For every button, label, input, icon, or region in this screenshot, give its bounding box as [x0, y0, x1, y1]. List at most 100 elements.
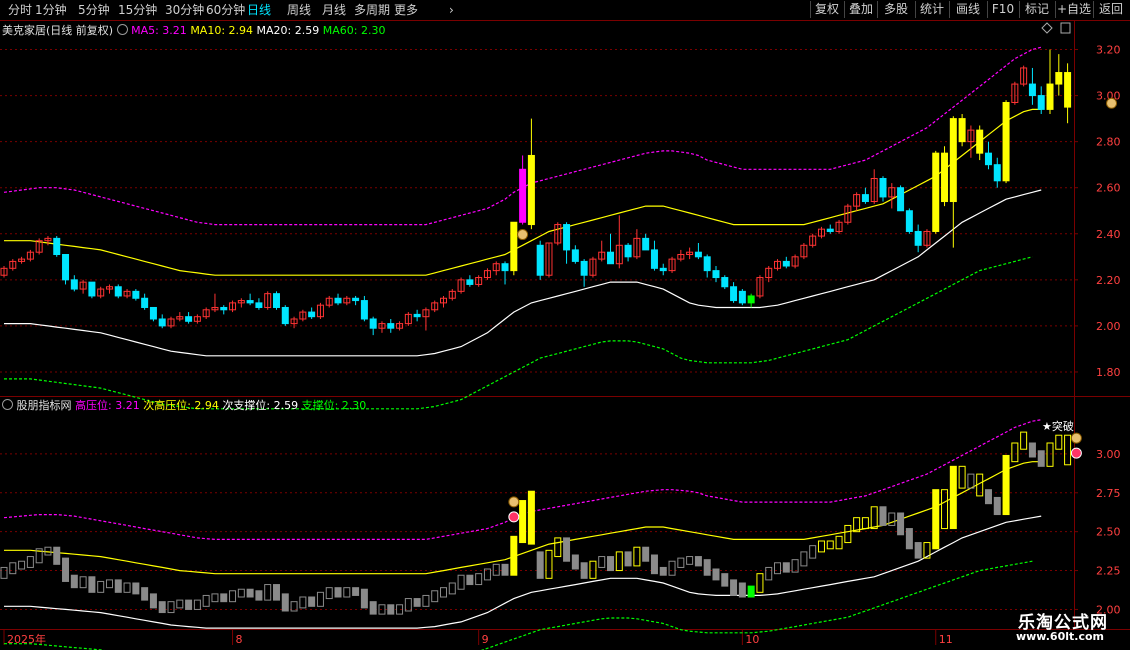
- indicator-bar: [202, 594, 210, 607]
- candle-body: [712, 270, 720, 279]
- period-tab-3[interactable]: 15分钟: [118, 2, 157, 18]
- indicator-bar: [800, 551, 808, 567]
- chevron-right-icon[interactable]: ›: [449, 2, 454, 18]
- candle-body: [536, 244, 544, 276]
- period-tab-7[interactable]: 周线: [287, 2, 311, 18]
- indicator-bar: [501, 563, 509, 576]
- chevron-down-icon[interactable]: [2, 399, 13, 410]
- candle-body: [369, 318, 377, 329]
- sub-support-readout: 次支撑位: 2.59: [222, 399, 299, 412]
- period-tab-4[interactable]: 30分钟: [165, 2, 204, 18]
- indicator-bar: [229, 590, 237, 603]
- indicator-bar: [9, 562, 17, 575]
- indicator-bar: [686, 556, 694, 565]
- money-bag-icon: [517, 229, 529, 241]
- candle-body: [905, 210, 913, 232]
- toolbar-button-8[interactable]: 返回: [1093, 1, 1128, 18]
- candle-body: [650, 249, 658, 269]
- candle-body: [510, 221, 518, 272]
- indicator-bar: [62, 557, 70, 582]
- indicator-bar: [149, 593, 157, 609]
- candle-body: [527, 154, 535, 226]
- candle-body: [387, 323, 395, 329]
- indicator-bar: [1011, 442, 1019, 463]
- indicator-bar: [1028, 442, 1036, 458]
- indicator-bar: [264, 584, 272, 601]
- panel-layout-icon: [1060, 22, 1071, 34]
- candle-body: [158, 318, 166, 327]
- indicator-title: 股朋指标网: [16, 399, 72, 412]
- candle-body: [1046, 83, 1054, 110]
- candle-body: [993, 164, 1001, 182]
- indicator-bar: [554, 537, 562, 558]
- candle-body: [826, 228, 834, 232]
- candle-body: [334, 297, 342, 304]
- candle-body: [607, 251, 615, 265]
- indicator-bar: [782, 562, 790, 573]
- indicator-bar: [615, 551, 623, 572]
- ind-ytick-label: 2.50: [1096, 526, 1121, 539]
- toolbar-button-2[interactable]: 多股: [877, 1, 914, 18]
- candle-body: [984, 152, 992, 166]
- indicator-bar: [721, 573, 729, 587]
- period-tab-6[interactable]: 日线: [247, 2, 271, 18]
- indicator-bar: [343, 587, 351, 598]
- indicator-bar: [26, 556, 34, 568]
- period-tab-2[interactable]: 5分钟: [78, 2, 110, 18]
- indicator-bar: [835, 535, 843, 550]
- indicator-bar: [360, 588, 368, 609]
- indicator-bar: [475, 573, 483, 586]
- indicator-bar: [545, 549, 553, 579]
- period-tab-8[interactable]: 月线: [322, 2, 346, 18]
- toolbar-button-5[interactable]: F10: [987, 1, 1018, 18]
- period-tab-9[interactable]: 多周期: [354, 2, 390, 18]
- xaxis-label: 10: [745, 633, 759, 646]
- top-toolbar: 分时 1分钟 5分钟 15分钟 30分钟 60分钟 日线 周线 月线 多周期 更多 › 复权 叠加 多股 统计…: [0, 0, 1130, 21]
- candle-body: [413, 313, 421, 318]
- candle-body: [220, 306, 228, 311]
- candle-body: [897, 187, 905, 212]
- period-tab-0[interactable]: 分时: [8, 2, 32, 18]
- toolbar-button-3[interactable]: 统计: [915, 1, 948, 18]
- indicator-bar: [1020, 431, 1028, 450]
- candle-body: [88, 281, 96, 297]
- main-ytick-label: 2.00: [1096, 320, 1121, 333]
- indicator-bar: [580, 562, 588, 579]
- ma5-readout: MA5: 3.21: [131, 24, 187, 37]
- indicator-bar: [563, 537, 571, 562]
- indicator-bar: [325, 587, 333, 600]
- indicator-bar: [510, 535, 518, 576]
- band-支撑位: [4, 560, 1033, 650]
- period-tab-5[interactable]: 60分钟: [206, 2, 245, 18]
- candle-body: [730, 286, 738, 302]
- candle-body: [721, 277, 729, 288]
- candle-body: [932, 152, 940, 232]
- line-ma60: [4, 256, 1033, 410]
- indicator-bar: [774, 562, 782, 575]
- indicator-bar: [642, 546, 650, 562]
- candle-body: [185, 316, 193, 322]
- indicator-bar: [53, 546, 61, 565]
- toolbar-button-4[interactable]: 画线: [949, 1, 986, 18]
- candle-body: [747, 295, 755, 304]
- red-ball-icon: [1070, 447, 1082, 459]
- candle-body: [70, 279, 78, 290]
- chevron-down-icon[interactable]: [116, 24, 128, 35]
- toolbar-button-6[interactable]: 标记: [1019, 1, 1054, 18]
- indicator-bar: [870, 506, 878, 530]
- breakout-label: ★突破: [1042, 419, 1074, 433]
- candle-body: [782, 260, 790, 267]
- indicator-bar: [105, 579, 113, 589]
- indicator-bar: [536, 551, 544, 579]
- toolbar-button-0[interactable]: 复权: [810, 1, 843, 18]
- toolbar-button-7[interactable]: +自选: [1055, 1, 1092, 18]
- period-tab-10[interactable]: 更多: [394, 2, 418, 18]
- candle-body: [861, 194, 869, 203]
- indicator-bar: [369, 601, 377, 615]
- indicator-bar: [1046, 442, 1054, 467]
- period-tab-1[interactable]: 1分钟: [35, 2, 67, 18]
- indicator-bar: [730, 579, 738, 596]
- candle-body: [1064, 72, 1072, 108]
- toolbar-button-1[interactable]: 叠加: [844, 1, 877, 18]
- indicator-bar: [879, 506, 887, 526]
